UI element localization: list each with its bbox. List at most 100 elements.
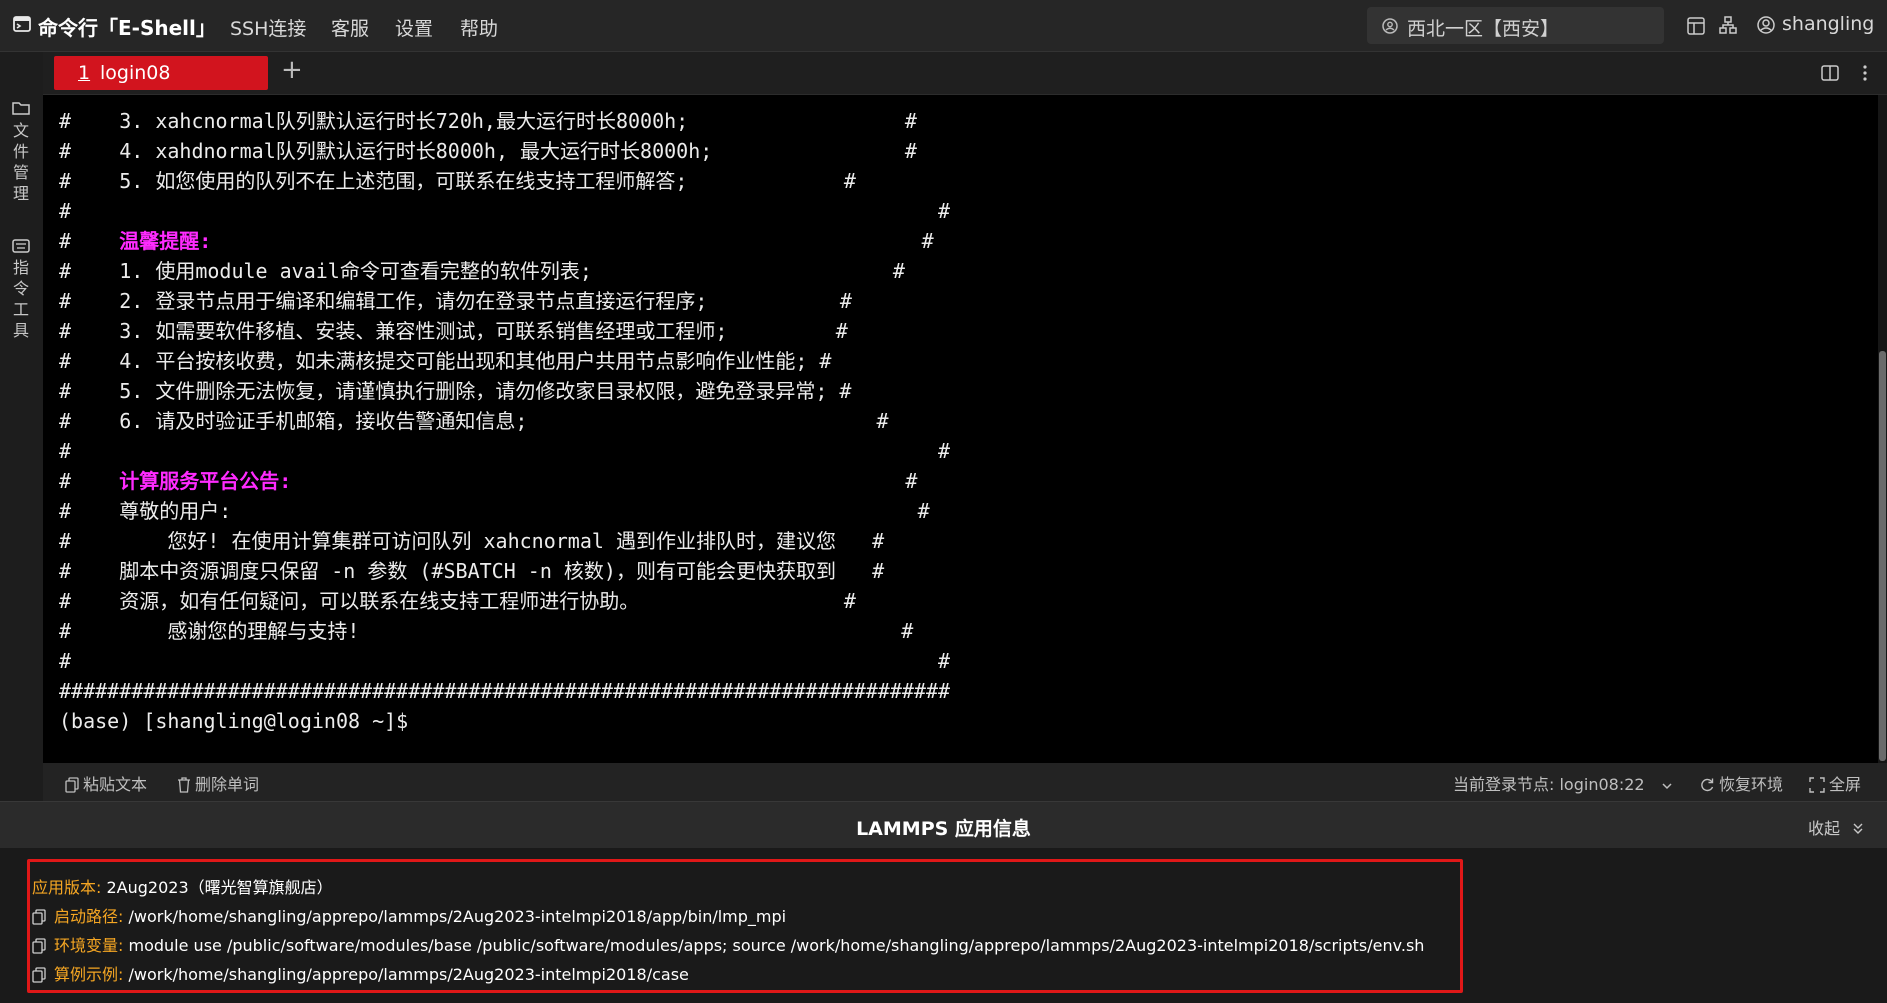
terminal-line: # 脚本中资源调度只保留 -n 参数 (#SBATCH -n 核数)，则有可能会… [59, 559, 884, 583]
info-label: 环境变量: [54, 936, 124, 955]
terminal-scrollbar[interactable] [1878, 95, 1887, 763]
sidebar-item-command-tools[interactable]: 指令工具 [0, 238, 42, 341]
paste-text-label: 粘贴文本 [83, 775, 148, 794]
fullscreen-icon [1809, 777, 1825, 793]
terminal-logo-icon [13, 16, 31, 32]
terminal-line: # # [59, 199, 950, 223]
info-row-version: 应用版本: 2Aug2023（曙光智算旗舰店） [32, 874, 333, 898]
tab-bar: 1 login08 + [43, 52, 1887, 95]
copy-icon[interactable] [32, 967, 46, 983]
fullscreen-label: 全屏 [1829, 775, 1862, 794]
copy-icon[interactable] [32, 909, 46, 925]
split-view-icon[interactable] [1820, 63, 1840, 83]
sidebar-item-label: 指令工具 [0, 257, 42, 341]
chevron-down-icon [1662, 783, 1672, 790]
restore-env-label: 恢复环境 [1719, 775, 1784, 794]
terminal-segment: # 5. 文件删除无法恢复，请谨慎执行删除，请勿修改家目录权限，避免登录异常; … [59, 379, 852, 403]
region-selector[interactable]: 西北一区【西安】 [1367, 7, 1664, 44]
menu-help[interactable]: 帮助 [460, 14, 498, 41]
terminal-segment: # # [59, 199, 951, 223]
terminal-line: # 3. 如需要软件移植、安装、兼容性测试，可联系销售经理或工程师; # [59, 319, 848, 343]
info-value: 2Aug2023（曙光智算旗舰店） [106, 878, 333, 897]
restore-env-button[interactable]: 恢复环境 [1699, 771, 1783, 795]
terminal-segment: # 1. 使用module avail命令可查看完整的软件列表; # [59, 259, 905, 283]
collapse-label: 收起 [1808, 819, 1841, 838]
info-row-launch-path: 启动路径: /work/home/shangling/apprepo/lammp… [32, 903, 786, 927]
terminal-segment: # 5. 如您使用的队列不在上述范围，可联系在线支持工程师解答; # [59, 169, 856, 193]
login-node-selector[interactable]: 当前登录节点: login08:22 [1453, 771, 1678, 795]
info-label: 应用版本: [32, 878, 102, 897]
menu-support[interactable]: 客服 [331, 14, 369, 41]
terminal-line: # 您好! 在使用计算集群可访问队列 xahcnormal 遇到作业排队时，建议… [59, 529, 884, 553]
top-bar: 命令行「E-Shell」 SSH连接 客服 设置 帮助 西北一区【西安】 sha… [0, 0, 1887, 52]
double-chevron-down-icon [1853, 823, 1863, 834]
terminal-line: (base) [shangling@login08 ~]$ [59, 709, 408, 733]
terminal-segment: # 4. 平台按核收费，如未满核提交可能出现和其他用户共用节点影响作业性能; # [59, 349, 832, 373]
terminal-segment: # [211, 229, 934, 253]
terminal-line: # 5. 如您使用的队列不在上述范围，可联系在线支持工程师解答; # [59, 169, 856, 193]
tab-login08[interactable]: 1 login08 [54, 56, 268, 90]
terminal-segment: # [59, 229, 120, 253]
info-value: /work/home/shangling/apprepo/lammps/2Aug… [128, 907, 787, 926]
terminal-segment: # 2. 登录节点用于编译和编辑工作，请勿在登录节点直接运行程序; # [59, 289, 852, 313]
keyboard-icon [12, 239, 30, 253]
sitemap-icon[interactable] [1718, 15, 1738, 35]
menu-settings[interactable]: 设置 [395, 14, 433, 41]
terminal-segment: ########################################… [59, 679, 951, 703]
region-label: 西北一区【西安】 [1407, 18, 1560, 40]
info-value: /work/home/shangling/apprepo/lammps/2Aug… [128, 965, 689, 984]
delete-word-button[interactable]: 删除单词 [177, 771, 259, 795]
terminal-segment: # 感谢您的理解与支持! # [59, 619, 914, 643]
terminal-line: # 2. 登录节点用于编译和编辑工作，请勿在登录节点直接运行程序; # [59, 289, 852, 313]
terminal-output[interactable]: # 3. xahcnormal队列默认运行时长720h,最大运行时长8000h;… [43, 95, 1878, 763]
terminal-segment: # 3. 如需要软件移植、安装、兼容性测试，可联系销售经理或工程师; # [59, 319, 848, 343]
copy-icon[interactable] [32, 938, 46, 954]
terminal-segment: # 3. xahcnormal队列默认运行时长720h,最大运行时长8000h;… [59, 109, 917, 133]
paste-text-button[interactable]: 粘贴文本 [65, 771, 147, 795]
menu-ssh[interactable]: SSH连接 [230, 14, 306, 41]
terminal-segment: # 6. 请及时验证手机邮箱，接收告警通知信息; # [59, 409, 889, 433]
tab-label: login08 [100, 62, 171, 84]
scrollbar-thumb[interactable] [1879, 351, 1886, 761]
folder-icon [12, 102, 30, 115]
region-icon [1382, 18, 1398, 34]
sidebar-item-label: 文件管理 [0, 120, 42, 204]
info-value: module use /public/software/modules/base… [128, 936, 1425, 955]
terminal-line: # 感谢您的理解与支持! # [59, 619, 913, 643]
terminal-segment: # 脚本中资源调度只保留 -n 参数 (#SBATCH -n 核数)，则有可能会… [59, 559, 885, 583]
terminal-segment: # 4. xahdnormal队列默认运行时长8000h, 最大运行时长8000… [59, 139, 917, 163]
user-name[interactable]: shangling [1782, 13, 1874, 35]
app-title: 命令行「E-Shell」 [38, 16, 216, 40]
add-tab-button[interactable]: + [281, 55, 303, 85]
terminal-line: # 1. 使用module avail命令可查看完整的软件列表; # [59, 259, 905, 283]
terminal-segment: # 尊敬的用户: # [59, 499, 930, 523]
terminal-line: # 4. 平台按核收费，如未满核提交可能出现和其他用户共用节点影响作业性能; # [59, 349, 831, 373]
app-info-title: LAMMPS 应用信息 [856, 818, 1031, 840]
paste-icon [65, 777, 79, 793]
terminal-line: # 尊敬的用户: # [59, 499, 930, 523]
layout-icon[interactable] [1686, 16, 1706, 36]
terminal-segment: # # [59, 649, 951, 673]
refresh-icon [1701, 778, 1714, 792]
terminal-line: # 4. xahdnormal队列默认运行时长8000h, 最大运行时长8000… [59, 139, 917, 163]
user-icon[interactable] [1756, 15, 1776, 35]
sidebar-item-file-manager[interactable]: 文件管理 [0, 100, 42, 204]
terminal-segment: # [291, 469, 918, 493]
terminal-segment: 温馨提醒: [119, 229, 212, 253]
terminal-segment: # # [59, 439, 951, 463]
app-info-header: LAMMPS 应用信息 收起 [0, 801, 1887, 849]
left-sidebar: 文件管理 指令工具 [0, 52, 44, 801]
terminal-segment: # 资源，如有任何疑问，可以联系在线支持工程师进行协助。 # [59, 589, 856, 613]
sidebar-item-command-tools-label: 指令工具 [13, 258, 30, 340]
terminal-line: # # [59, 439, 950, 463]
more-options-icon[interactable] [1860, 63, 1870, 83]
fullscreen-button[interactable]: 全屏 [1809, 771, 1861, 795]
info-label: 算例示例: [54, 965, 124, 984]
terminal-text: # 3. xahcnormal队列默认运行时长720h,最大运行时长8000h;… [59, 106, 950, 736]
terminal-segment: 计算服务平台公告: [119, 469, 292, 493]
terminal-line: # 计算服务平台公告: # [59, 469, 917, 493]
login-node-label: 当前登录节点: login08:22 [1453, 775, 1645, 794]
collapse-button[interactable]: 收起 [1808, 815, 1865, 839]
tab-number: 1 [78, 62, 91, 84]
terminal-line: # 温馨提醒: # [59, 229, 934, 253]
